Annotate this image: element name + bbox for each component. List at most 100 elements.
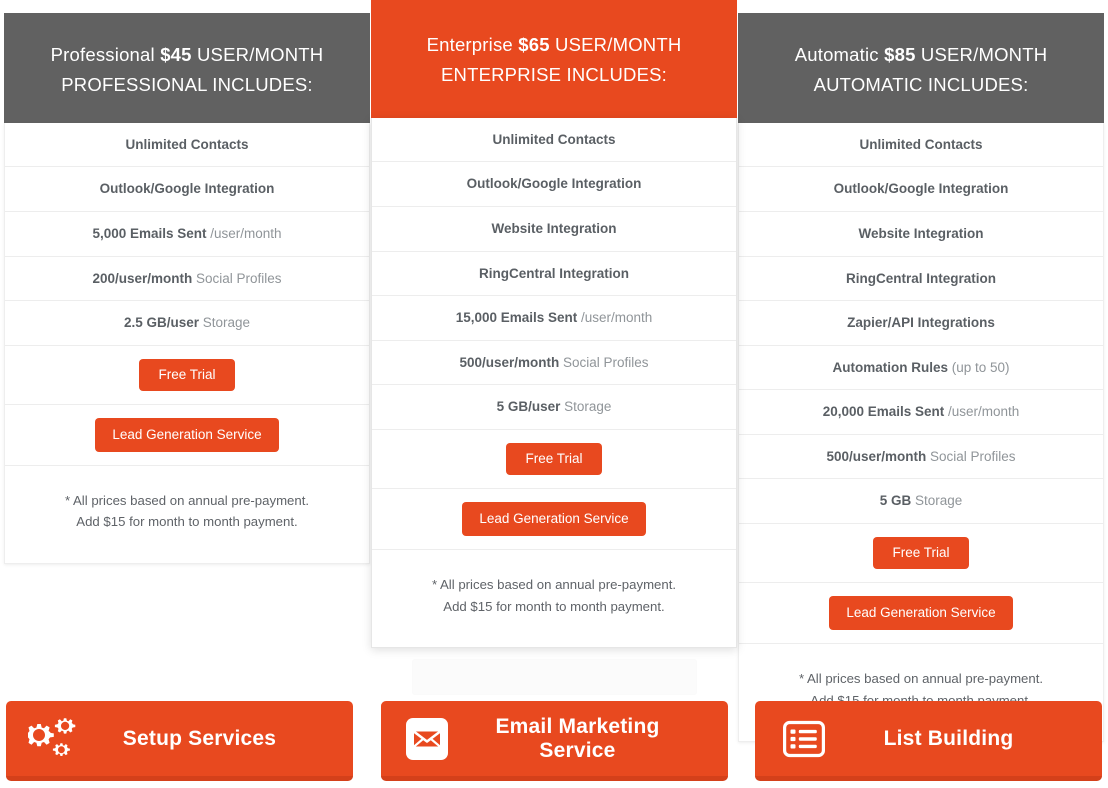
plan-price: $65 [518,34,550,55]
faint-overlay-element [412,659,697,695]
pricing-page: Professional $45 USER/MONTH PROFESSIONAL… [0,0,1108,788]
feature-normal: (up to 50) [947,359,1010,375]
feature-bold: Unlimited Contacts [859,136,983,152]
feature-bold: 500/user/month [826,448,927,464]
feature-normal: /user/month [944,404,1020,420]
feature-bold: Outlook/Google Integration [833,181,1009,197]
feature-bold: 15,000 Emails Sent [455,310,578,326]
lead-generation-row: Lead Generation Service [372,489,736,551]
lead-generation-button[interactable]: Lead Generation Service [95,417,279,453]
feature-bold: 500/user/month [459,354,560,370]
lead-generation-row: Lead Generation Service [739,583,1103,645]
email-marketing-service-button[interactable]: Email Marketing Service [381,701,728,781]
plan-includes-label: AUTOMATIC INCLUDES: [813,73,1029,95]
cogs-icon [18,701,92,776]
feature-row: Outlook/Google Integration [372,162,736,208]
footnote-line-1: * All prices based on annual pre-payment… [64,493,310,509]
plan-column-professional: Professional $45 USER/MONTH PROFESSIONAL… [4,13,370,564]
feature-normal: Social Profiles [559,354,649,370]
feature-bold: RingCentral Integration [478,265,629,281]
feature-normal: Storage [911,493,963,509]
list-icon [767,701,841,776]
feature-row: 200/user/month Social Profiles [5,257,369,302]
feature-row: Unlimited Contacts [739,123,1103,168]
plan-name: Professional [50,44,161,65]
feature-row: RingCentral Integration [739,257,1103,302]
feature-row: 5,000 Emails Sent /user/month [5,212,369,257]
plan-card-enterprise: Unlimited Contacts Outlook/Google Integr… [371,117,737,648]
envelope-icon [399,701,455,776]
setup-services-label: Setup Services [122,726,277,750]
feature-row: Automation Rules (up to 50) [739,346,1103,391]
plan-footnote: * All prices based on annual pre-payment… [5,466,369,563]
lead-generation-row: Lead Generation Service [5,405,369,467]
feature-normal: Social Profiles [192,270,282,286]
plan-name: Enterprise [426,34,519,55]
feature-row: Website Integration [372,207,736,252]
feature-bold: RingCentral Integration [845,270,996,286]
feature-row: Outlook/Google Integration [739,167,1103,213]
feature-normal: /user/month [206,226,282,242]
feature-row: 5 GB Storage [739,479,1103,524]
plan-name: Automatic [794,44,885,65]
plan-period: USER/MONTH [191,44,324,65]
feature-bold: 5 GB [879,493,912,509]
plan-price: $85 [884,44,916,65]
feature-normal: Storage [560,399,612,415]
bottom-cta-bar: Setup Services Email Marketing Service L… [0,701,1108,788]
feature-normal: Social Profiles [926,448,1016,464]
feature-bold: Outlook/Google Integration [466,176,642,192]
plan-footnote: * All prices based on annual pre-payment… [372,550,736,647]
plan-includes-label: PROFESSIONAL INCLUDES: [61,73,313,95]
feature-row: 500/user/month Social Profiles [739,435,1103,480]
feature-row: Outlook/Google Integration [5,167,369,213]
feature-bold: 2.5 GB/user [123,315,199,331]
plan-title-line1: Enterprise $65 USER/MONTH [381,30,727,60]
email-marketing-service-label: Email Marketing Service [495,714,660,762]
feature-bold: 200/user/month [92,270,193,286]
feature-row: 20,000 Emails Sent /user/month [739,390,1103,435]
feature-row: Unlimited Contacts [372,118,736,163]
free-trial-button[interactable]: Free Trial [873,536,969,570]
feature-bold: 20,000 Emails Sent [822,404,945,420]
feature-bold: Zapier/API Integrations [847,315,995,331]
plan-price: $45 [160,44,192,65]
plan-header-enterprise: Enterprise $65 USER/MONTH ENTERPRISE INC… [371,0,737,118]
feature-normal: Storage [199,315,251,331]
plan-card-professional: Unlimited Contacts Outlook/Google Integr… [4,122,370,564]
plan-column-enterprise: Enterprise $65 USER/MONTH ENTERPRISE INC… [371,0,737,648]
list-building-button[interactable]: List Building [755,701,1102,781]
plan-column-automatic: Automatic $85 USER/MONTH AUTOMATIC INCLU… [738,13,1104,742]
setup-services-button[interactable]: Setup Services [6,701,353,781]
free-trial-button[interactable]: Free Trial [506,442,602,475]
feature-bold: Unlimited Contacts [125,136,249,152]
feature-bold: Outlook/Google Integration [99,181,275,197]
plan-card-automatic: Unlimited Contacts Outlook/Google Integr… [738,122,1104,742]
feature-bold: 5,000 Emails Sent [92,226,207,242]
free-trial-row: Free Trial [739,524,1103,584]
footnote-line-1: * All prices based on annual pre-payment… [431,577,677,593]
lead-generation-button[interactable]: Lead Generation Service [462,501,646,537]
plan-includes-label: ENTERPRISE INCLUDES: [440,63,668,85]
plan-title-line1: Automatic $85 USER/MONTH [748,40,1094,70]
feature-row: 5 GB/user Storage [372,385,736,430]
lead-generation-button[interactable]: Lead Generation Service [829,596,1013,631]
feature-bold: Unlimited Contacts [492,131,616,147]
feature-bold: 5 GB/user [496,399,561,415]
feature-bold: Automation Rules [832,359,948,375]
feature-row: Zapier/API Integrations [739,301,1103,346]
plan-period: USER/MONTH [549,34,682,55]
footnote-line-1: * All prices based on annual pre-payment… [798,671,1044,687]
free-trial-row: Free Trial [372,430,736,489]
footnote-line-2: Add $15 for month to month payment. [76,514,298,530]
feature-row: 15,000 Emails Sent /user/month [372,296,736,341]
feature-row: 500/user/month Social Profiles [372,341,736,386]
feature-row: RingCentral Integration [372,252,736,297]
free-trial-button[interactable]: Free Trial [139,358,235,391]
list-building-label: List Building [883,726,1014,750]
plan-header-automatic: Automatic $85 USER/MONTH AUTOMATIC INCLU… [738,13,1104,123]
feature-bold: Website Integration [491,221,617,237]
feature-normal: /user/month [577,310,653,326]
feature-row: Website Integration [739,212,1103,257]
footnote-line-2: Add $15 for month to month payment. [443,598,665,614]
